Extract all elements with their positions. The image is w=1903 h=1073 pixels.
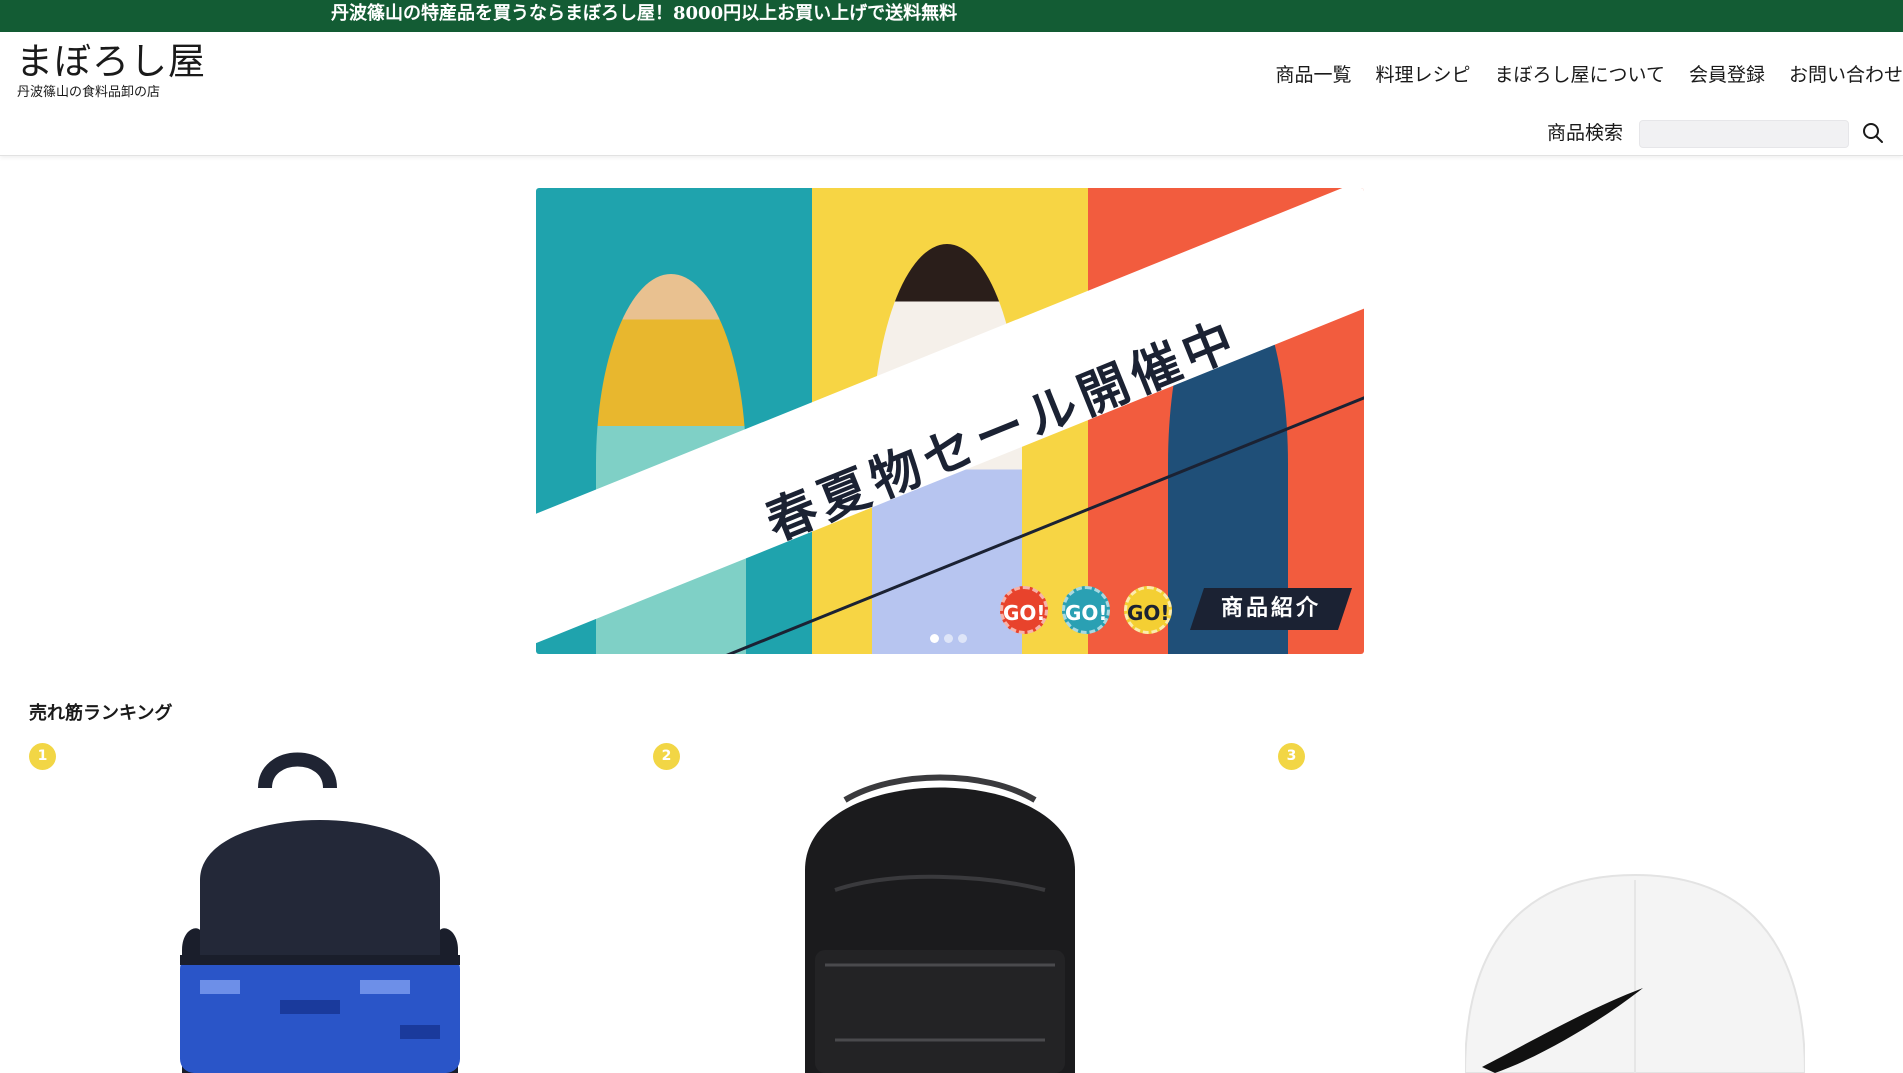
carousel-dot-1[interactable] [930,634,939,643]
backpack-icon[interactable] [160,740,480,1073]
go-badge-3: GO! [1124,586,1172,634]
rank-badge-3: 3 [1278,743,1305,770]
logo-title[interactable]: まぼろし屋 [16,38,206,86]
main-nav: 商品一覧 料理レシピ まぼろし屋について 会員登録 お問い合わせ [1276,60,1903,90]
search-icon [1863,122,1883,143]
search-label: 商品検索 [1547,122,1624,144]
ranking-title: 売れ筋ランキング [29,703,173,724]
search-input[interactable] [1639,120,1849,148]
nav-item-register[interactable]: 会員登録 [1689,60,1765,90]
search-button[interactable] [1860,121,1886,147]
backpack-icon[interactable] [775,740,1105,1073]
hero-banner[interactable]: 春夏物セール開催中 GO! GO! GO! 商品紹介 [536,188,1364,654]
rank-badge-2: 2 [653,743,680,770]
announcement-text: 丹波篠山の特産品を買うならまぼろし屋！8000円以上お買い上げで送料無料 [331,3,958,24]
go-badge-2: GO! [1062,586,1110,634]
nav-item-about[interactable]: まぼろし屋について [1495,60,1665,90]
nav-item-contact[interactable]: お問い合わせ [1789,60,1903,90]
go-badge-1: GO! [1000,586,1048,634]
site-header: まぼろし屋 丹波篠山の食料品卸の店 商品一覧 料理レシピ まぼろし屋について 会… [0,32,1903,156]
carousel-dot-3[interactable] [958,634,967,643]
nav-item-products[interactable]: 商品一覧 [1276,60,1352,90]
announcement-bar: 丹波篠山の特産品を買うならまぼろし屋！8000円以上お買い上げで送料無料 [0,0,1903,32]
rank-badge-1: 1 [29,743,56,770]
nav-item-recipes[interactable]: 料理レシピ [1376,60,1471,90]
logo-subtitle: 丹波篠山の食料品卸の店 [17,85,161,100]
product-intro-cta[interactable]: 商品紹介 [1190,588,1352,630]
cap-icon[interactable] [1465,740,1805,1073]
carousel-dot-2[interactable] [944,634,953,643]
carousel-dots [930,634,972,643]
